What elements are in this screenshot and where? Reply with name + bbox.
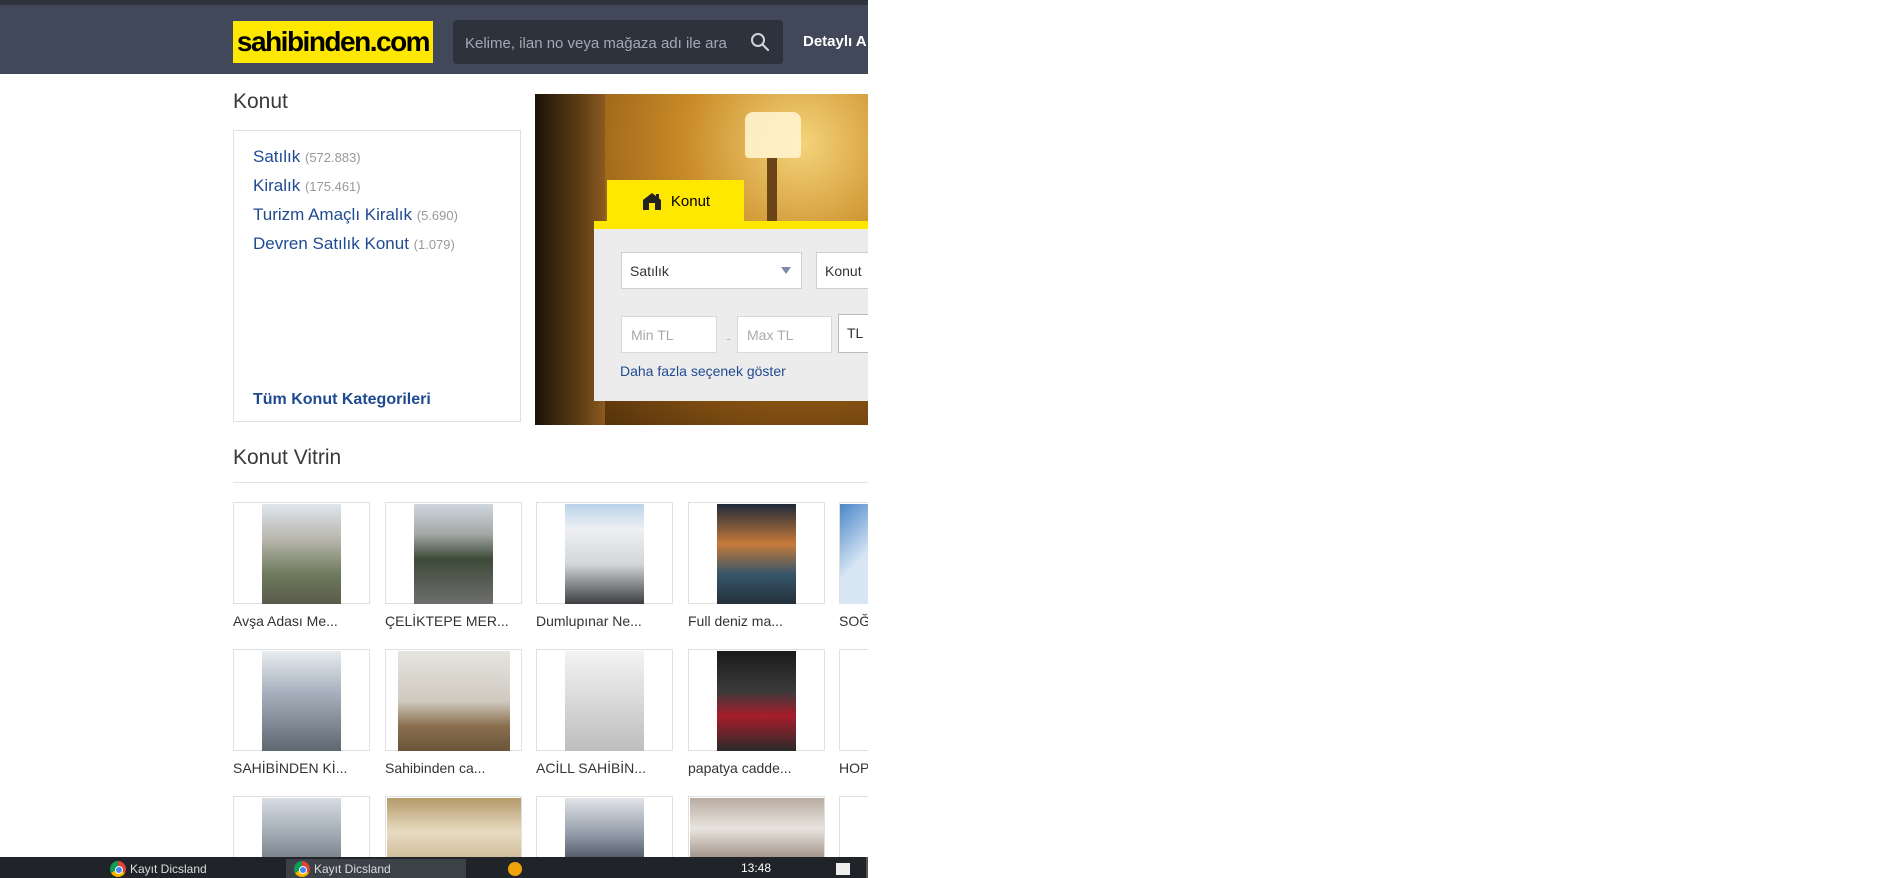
tab-konut[interactable]: Konut: [607, 180, 744, 222]
taskbar-item-label: Kayıt Dicsland: [314, 861, 391, 876]
listing-card[interactable]: [536, 649, 673, 751]
listing-card[interactable]: [839, 649, 868, 751]
min-price-input[interactable]: [622, 317, 716, 352]
category-count: (5.690): [416, 208, 458, 223]
os-taskbar: Kayıt Dicsland Kayıt Dicsland: [0, 857, 868, 878]
listing-thumbnail: [262, 504, 341, 604]
search-bar: [453, 20, 783, 66]
listing-title[interactable]: ACİLL SAHİBİN...: [536, 760, 646, 776]
site-logo[interactable]: sahibinden.com: [233, 21, 433, 63]
chrome-icon: [110, 860, 126, 877]
listing-card[interactable]: [688, 649, 825, 751]
browser-viewport: sahibinden.com Detaylı A Konut Satılık (…: [0, 0, 868, 878]
chrome-icon: [294, 860, 310, 877]
type-select-value: Satılık: [630, 263, 669, 279]
listing-title[interactable]: Avşa Adası Me...: [233, 613, 338, 629]
category-select-value: Konut: [825, 263, 862, 279]
search-input[interactable]: [463, 20, 737, 66]
listing-card[interactable]: [385, 796, 522, 866]
vitrin-divider: [233, 482, 868, 483]
listing-thumbnail: [565, 504, 644, 604]
category-devren[interactable]: Devren Satılık Konut (1.079): [253, 234, 455, 254]
house-icon: [642, 193, 661, 210]
listing-thumbnail: [717, 651, 796, 751]
max-price-field[interactable]: [737, 316, 832, 353]
notification-icon[interactable]: [508, 859, 522, 878]
listing-card[interactable]: [839, 502, 868, 604]
listing-card[interactable]: [385, 649, 522, 751]
tab-konut-label: Konut: [670, 192, 711, 210]
listing-title[interactable]: SOĞ: [839, 613, 868, 629]
category-select[interactable]: Konut: [816, 252, 868, 289]
all-categories-link[interactable]: Tüm Konut Kategorileri: [253, 391, 431, 409]
listing-card[interactable]: [233, 796, 370, 866]
konut-category-box: Satılık (572.883) Kiralık (175.461) Turi…: [233, 130, 521, 422]
category-label: Devren Satılık Konut: [253, 234, 409, 253]
category-satilik[interactable]: Satılık (572.883): [253, 147, 361, 167]
listing-thumbnail: [262, 798, 341, 866]
min-price-field[interactable]: [621, 316, 717, 353]
taskbar-chrome-window[interactable]: Kayıt Dicsland: [110, 859, 207, 878]
listing-card[interactable]: [233, 649, 370, 751]
vitrin-title: Konut Vitrin: [233, 446, 342, 469]
listing-title[interactable]: papatya cadde...: [688, 760, 792, 776]
listing-thumbnail: [565, 651, 644, 751]
listing-thumbnail: [262, 651, 341, 751]
listing-card[interactable]: [688, 502, 825, 604]
dropdown-arrow-icon: [781, 267, 791, 274]
listing-card[interactable]: [233, 502, 370, 604]
more-options-link[interactable]: Daha fazla seçenek göster: [620, 363, 786, 379]
taskbar-item-label: Kayıt Dicsland: [130, 861, 207, 876]
listing-title[interactable]: ÇELİKTEPE MER...: [385, 613, 509, 629]
listing-thumbnail: [717, 504, 796, 604]
detailed-search-link[interactable]: Detaylı A: [803, 33, 867, 50]
listing-card[interactable]: [688, 796, 825, 866]
listing-card[interactable]: [839, 796, 868, 866]
listing-title[interactable]: Sahibinden ca...: [385, 760, 485, 776]
listing-thumbnail: [414, 504, 493, 604]
listing-card[interactable]: [536, 502, 673, 604]
listing-thumbnail: [398, 651, 510, 751]
listing-title[interactable]: Full deniz ma...: [688, 613, 783, 629]
taskbar-chrome-window-active[interactable]: Kayıt Dicsland: [286, 859, 466, 878]
viewport-edge: [866, 857, 868, 878]
chat-icon: [836, 862, 850, 875]
search-button[interactable]: [745, 28, 775, 56]
category-count: (175.461): [304, 179, 361, 194]
search-icon: [751, 33, 770, 52]
listing-thumbnail: [840, 504, 868, 604]
currency-select[interactable]: TL: [838, 314, 868, 353]
category-label: Satılık: [253, 147, 301, 166]
category-label: Kiralık: [253, 176, 301, 195]
category-turizm[interactable]: Turizm Amaçlı Kiralık (5.690): [253, 205, 458, 225]
price-dash: -: [726, 330, 731, 346]
listing-title[interactable]: SAHİBİNDEN Kİ...: [233, 760, 347, 776]
listing-thumbnail: [690, 798, 824, 866]
listing-thumbnail: [565, 798, 644, 866]
action-center-icon[interactable]: [836, 859, 850, 878]
category-label: Turizm Amaçlı Kiralık: [253, 205, 413, 224]
type-select[interactable]: Satılık: [621, 252, 802, 289]
max-price-input[interactable]: [738, 317, 831, 352]
category-count: (1.079): [413, 237, 455, 252]
listing-thumbnail: [387, 798, 521, 866]
category-kiralik[interactable]: Kiralık (175.461): [253, 176, 361, 196]
listing-title[interactable]: HOP.: [839, 760, 868, 776]
listing-title[interactable]: Dumlupınar Ne...: [536, 613, 642, 629]
listing-card[interactable]: [385, 502, 522, 604]
taskbar-clock[interactable]: 13:48: [741, 861, 771, 875]
listing-card[interactable]: [536, 796, 673, 866]
hero-lamp: [745, 112, 801, 158]
site-header: sahibinden.com Detaylı A: [0, 5, 868, 74]
category-count: (572.883): [304, 150, 361, 165]
notification-badge-icon: [508, 861, 522, 876]
konut-title: Konut: [233, 90, 288, 113]
